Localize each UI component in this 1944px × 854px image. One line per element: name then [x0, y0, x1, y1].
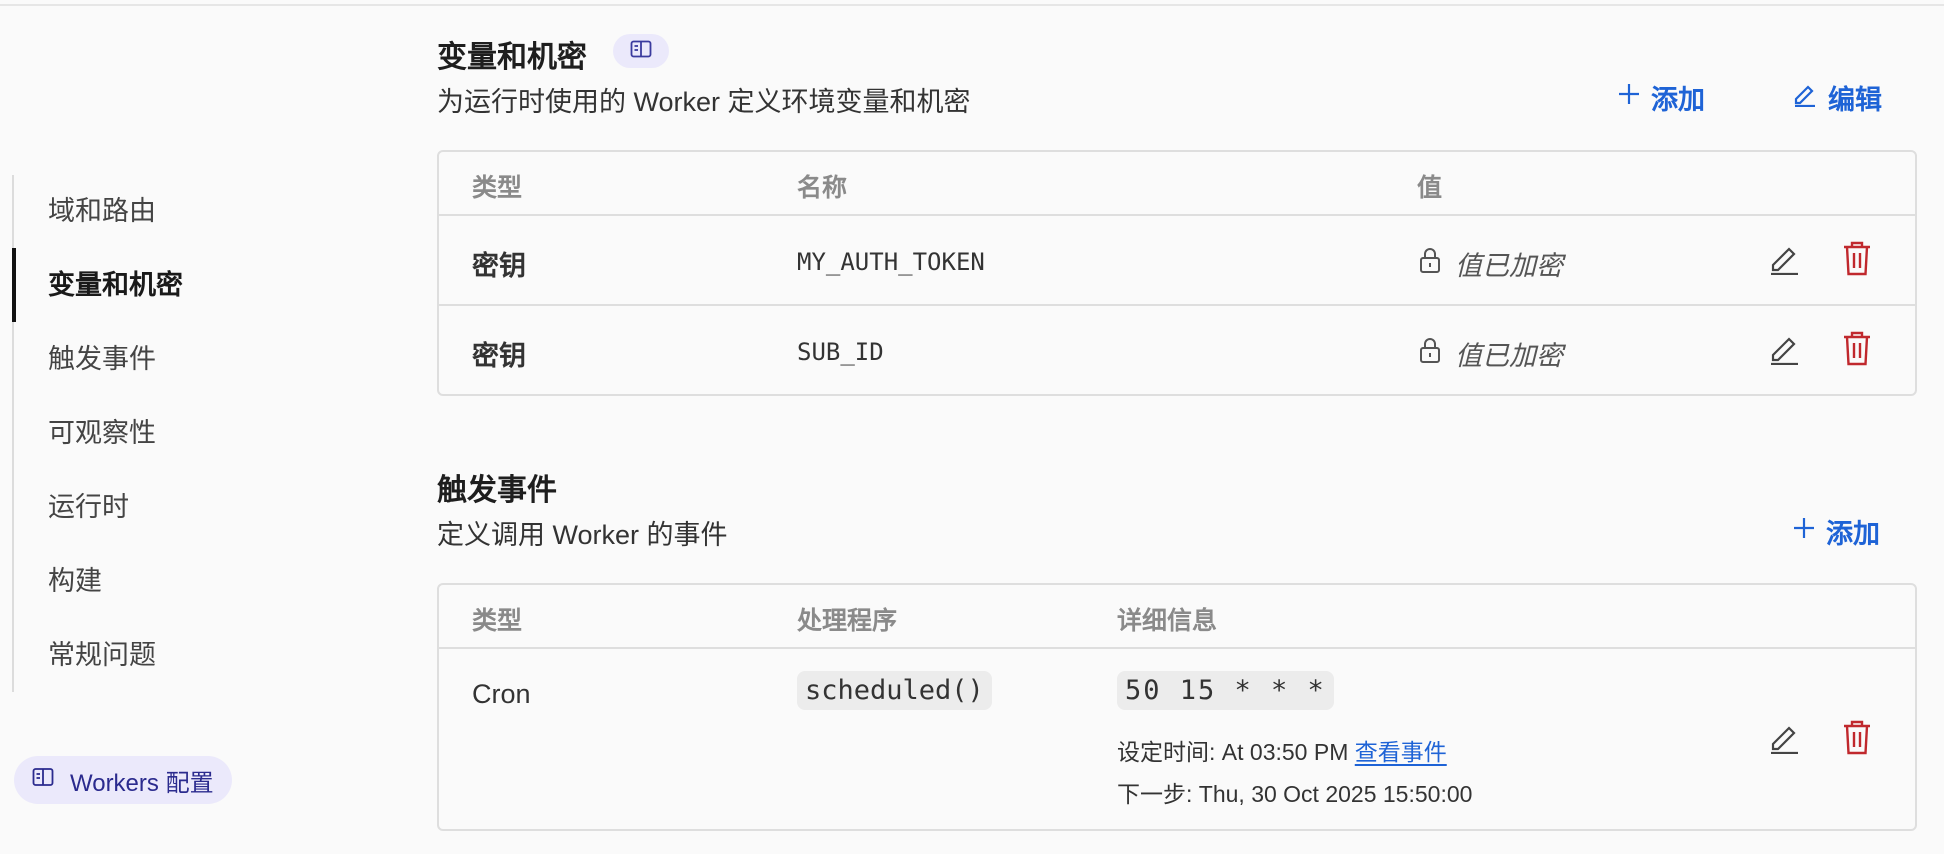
edit-trigger-button[interactable]: [1766, 719, 1802, 759]
next-run-text: 下一步: Thu, 30 Oct 2025 15:50:00: [1117, 781, 1473, 807]
view-events-link[interactable]: 查看事件: [1355, 739, 1447, 765]
schedule-text: 设定时间: At 03:50 PM: [1117, 739, 1349, 765]
trash-icon: [1842, 719, 1872, 760]
plus-icon: [1617, 82, 1641, 113]
delete-row-button[interactable]: [1839, 330, 1875, 370]
trash-icon: [1842, 330, 1872, 371]
add-trigger-button[interactable]: 添加: [1792, 512, 1880, 551]
sidebar-active-indicator: [12, 248, 16, 322]
table-row: 密钥 MY_AUTH_TOKEN 值已加密: [439, 216, 1915, 306]
book-icon: [32, 766, 54, 794]
column-header-value: 值: [1417, 174, 1443, 202]
row-name: SUB_ID: [797, 338, 884, 366]
row-type: 密钥: [472, 341, 526, 371]
encrypted-value-label: 值已加密: [1455, 341, 1563, 371]
table-header: 类型 处理程序 详细信息: [439, 585, 1915, 649]
triggers-table: 类型 处理程序 详细信息 Cron scheduled() 50 15 * * …: [437, 583, 1917, 831]
plus-icon: [1792, 516, 1816, 547]
pencil-icon: [1768, 241, 1800, 280]
column-header-details: 详细信息: [1117, 607, 1218, 635]
edit-row-button[interactable]: [1766, 240, 1802, 280]
trash-icon: [1842, 240, 1872, 281]
edit-variables-label: 编辑: [1828, 85, 1882, 115]
add-variable-button[interactable]: 添加: [1617, 78, 1705, 117]
sidebar-item-runtime[interactable]: 运行时: [48, 491, 129, 523]
sidebar-item-domains-routes[interactable]: 域和路由: [48, 195, 156, 227]
column-header-name: 名称: [797, 174, 848, 202]
delete-trigger-button[interactable]: [1839, 719, 1875, 759]
cron-expression-chip: 50 15 * * *: [1117, 671, 1334, 710]
triggers-subtitle: 定义调用 Worker 的事件: [437, 520, 728, 550]
variables-subtitle: 为运行时使用的 Worker 定义环境变量和机密: [437, 87, 971, 117]
schedule-description: 设定时间: At 03:50 PM 查看事件: [1117, 733, 1447, 767]
sidebar-item-triggers[interactable]: 触发事件: [48, 343, 156, 375]
book-icon: [630, 40, 652, 63]
lock-icon: [1419, 336, 1441, 371]
column-header-handler: 处理程序: [797, 607, 898, 635]
pencil-icon: [1768, 331, 1800, 370]
sidebar-item-build[interactable]: 构建: [48, 565, 102, 597]
row-type: Cron: [472, 679, 531, 709]
row-value: 值已加密: [1419, 244, 1563, 283]
sidebar-item-observability[interactable]: 可观察性: [48, 417, 156, 449]
row-type: 密钥: [472, 251, 526, 281]
table-header: 类型 名称 值: [439, 152, 1915, 216]
variables-docs-badge[interactable]: [613, 34, 669, 68]
table-row: Cron scheduled() 50 15 * * * 设定时间: At 03…: [439, 649, 1915, 831]
top-divider: [0, 4, 1944, 6]
sidebar-item-variables-secrets[interactable]: 变量和机密: [48, 269, 183, 301]
variables-table: 类型 名称 值 密钥 MY_AUTH_TOKEN 值已加密 密钥 SUB_ID …: [437, 150, 1917, 396]
encrypted-value-label: 值已加密: [1455, 251, 1563, 281]
lock-icon: [1419, 246, 1441, 281]
pencil-icon: [1792, 81, 1818, 114]
column-header-type: 类型: [472, 607, 523, 635]
add-variable-label: 添加: [1651, 85, 1705, 115]
table-row: 密钥 SUB_ID 值已加密: [439, 306, 1915, 396]
workers-config-docs-link[interactable]: Workers 配置: [14, 756, 232, 804]
column-header-type: 类型: [472, 174, 523, 202]
sidebar-item-general[interactable]: 常规问题: [48, 639, 156, 671]
docs-link-label: Workers 配置: [70, 769, 214, 797]
delete-row-button[interactable]: [1839, 240, 1875, 280]
edit-row-button[interactable]: [1766, 330, 1802, 370]
pencil-icon: [1768, 720, 1800, 759]
row-value: 值已加密: [1419, 334, 1563, 373]
handler-code-chip: scheduled(): [797, 671, 992, 710]
triggers-title: 触发事件: [437, 474, 557, 507]
variables-title: 变量和机密: [437, 41, 587, 74]
add-trigger-label: 添加: [1826, 519, 1880, 549]
row-name: MY_AUTH_TOKEN: [797, 248, 985, 276]
edit-variables-button[interactable]: 编辑: [1792, 78, 1882, 117]
